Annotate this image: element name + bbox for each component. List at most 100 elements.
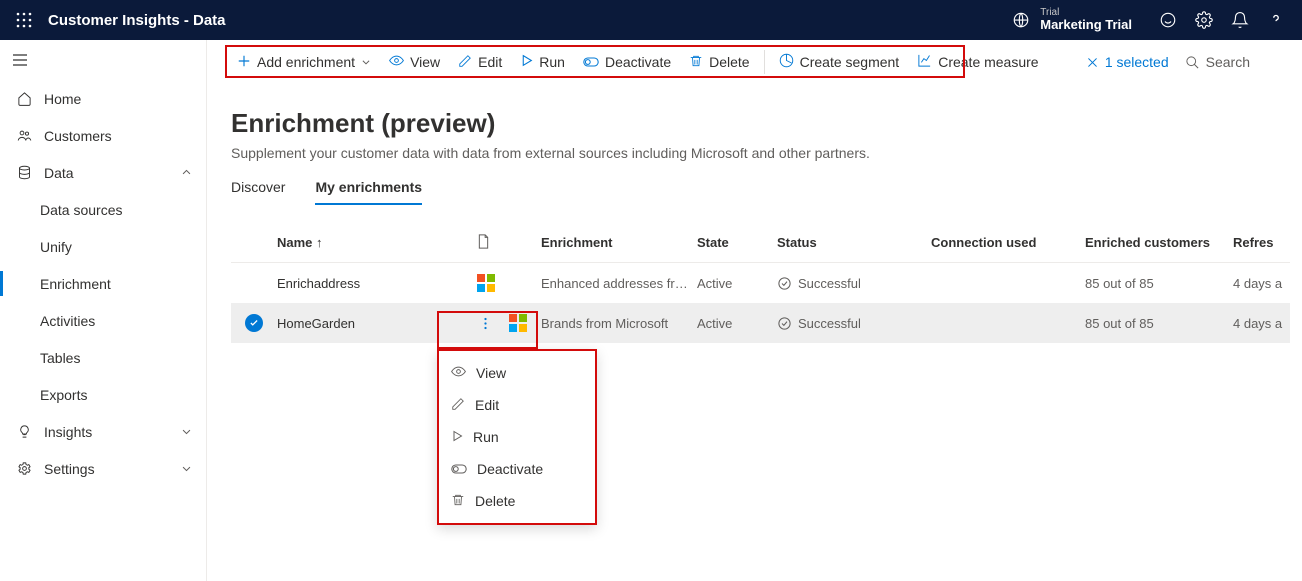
cmd-label: Edit [478, 54, 502, 70]
sidebar-item-data[interactable]: Data [0, 154, 206, 191]
row-name: Enrichaddress [277, 276, 477, 291]
chevron-down-icon [181, 461, 192, 477]
chevron-up-icon [181, 165, 192, 181]
cmd-label: Run [539, 54, 565, 70]
sidebar: Home Customers Data Data sources Unify E… [0, 40, 207, 581]
row-checkbox[interactable] [245, 314, 263, 332]
hamburger-icon[interactable] [0, 40, 206, 80]
search-box[interactable]: Search [1185, 54, 1290, 70]
tabs: Discover My enrichments [231, 179, 1290, 205]
search-label: Search [1206, 54, 1250, 70]
cmd-label: View [410, 54, 440, 70]
context-deactivate[interactable]: Deactivate [439, 453, 595, 485]
sidebar-item-home[interactable]: Home [0, 80, 206, 117]
customers-icon [16, 128, 32, 143]
toggle-icon [583, 54, 599, 70]
tab-my-enrichments[interactable]: My enrichments [315, 179, 422, 205]
sidebar-item-exports[interactable]: Exports [0, 376, 206, 413]
cmd-label: Deactivate [605, 54, 671, 70]
sidebar-item-settings[interactable]: Settings [0, 450, 206, 487]
microsoft-logo-icon [509, 314, 527, 332]
sidebar-item-enrichment[interactable]: Enrichment [0, 265, 206, 302]
help-icon[interactable] [1258, 0, 1294, 40]
row-more-icon[interactable] [477, 315, 493, 331]
main-content: Add enrichment View Edit Run Deactivate [207, 40, 1302, 581]
create-measure-button[interactable]: Create measure [909, 46, 1046, 78]
run-button[interactable]: Run [512, 46, 573, 78]
plus-icon [237, 54, 251, 71]
data-icon [16, 165, 32, 180]
context-label: Run [473, 429, 499, 445]
enrichment-table: Name ↑ Enrichment State Status Connectio… [231, 223, 1290, 343]
feedback-icon[interactable] [1150, 0, 1186, 40]
edit-button[interactable]: Edit [450, 46, 510, 78]
sidebar-item-label: Exports [40, 387, 87, 403]
view-button[interactable]: View [381, 46, 448, 78]
environment-picker[interactable]: Trial Marketing Trial [1012, 7, 1132, 32]
create-segment-button[interactable]: Create segment [771, 46, 908, 78]
eye-icon [389, 53, 404, 71]
sidebar-item-label: Settings [44, 461, 95, 477]
toggle-icon [451, 461, 467, 477]
col-name[interactable]: Name ↑ [277, 235, 477, 250]
context-run[interactable]: Run [439, 421, 595, 453]
pencil-icon [451, 397, 465, 414]
sidebar-item-activities[interactable]: Activities [0, 302, 206, 339]
sidebar-item-data-sources[interactable]: Data sources [0, 191, 206, 228]
notifications-icon[interactable] [1222, 0, 1258, 40]
microsoft-logo-icon [477, 274, 495, 292]
provider-logo [477, 274, 541, 292]
tab-discover[interactable]: Discover [231, 179, 285, 205]
cmd-label: Create measure [938, 54, 1038, 70]
context-menu: View Edit Run Deactivate Delete [437, 349, 597, 525]
col-connection[interactable]: Connection used [931, 235, 1085, 250]
sidebar-item-customers[interactable]: Customers [0, 117, 206, 154]
sidebar-item-insights[interactable]: Insights [0, 413, 206, 450]
sidebar-item-label: Data sources [40, 202, 122, 218]
row-enrichment: Brands from Microsoft [541, 316, 697, 331]
col-provider-icon [477, 234, 541, 252]
cmd-label: Add enrichment [257, 54, 355, 70]
app-launcher-icon[interactable] [8, 4, 40, 36]
col-status[interactable]: Status [777, 235, 931, 250]
table-row[interactable]: Enrichaddress Enhanced addresses from Mi… [231, 263, 1290, 303]
col-enriched[interactable]: Enriched customers [1085, 235, 1233, 250]
row-enriched: 85 out of 85 [1085, 276, 1233, 291]
context-view[interactable]: View [439, 357, 595, 389]
deactivate-button[interactable]: Deactivate [575, 46, 679, 78]
row-state: Active [697, 316, 777, 331]
play-icon [520, 54, 533, 70]
cmd-label: Delete [709, 54, 749, 70]
delete-button[interactable]: Delete [681, 46, 757, 78]
col-refreshed[interactable]: Refres [1233, 235, 1301, 250]
gear-icon [16, 461, 32, 476]
page-body: Enrichment (preview) Supplement your cus… [207, 84, 1302, 343]
context-delete[interactable]: Delete [439, 485, 595, 517]
col-state[interactable]: State [697, 235, 777, 250]
pencil-icon [458, 54, 472, 71]
sidebar-item-label: Enrichment [40, 276, 111, 292]
success-icon [777, 316, 792, 331]
trash-icon [451, 493, 465, 510]
row-state: Active [697, 276, 777, 291]
table-row[interactable]: HomeGarden Brands from Microsoft Active … [231, 303, 1290, 343]
page-subtitle: Supplement your customer data with data … [231, 145, 1290, 161]
selection-count[interactable]: 1 selected [1086, 54, 1169, 70]
selected-count-label: 1 selected [1105, 54, 1169, 70]
context-label: View [476, 365, 506, 381]
row-enrichment: Enhanced addresses from Mic [541, 276, 697, 291]
settings-icon[interactable] [1186, 0, 1222, 40]
top-bar: Customer Insights - Data Trial Marketing… [0, 0, 1302, 40]
chart-icon [917, 53, 932, 71]
context-label: Delete [475, 493, 515, 509]
segment-icon [779, 53, 794, 71]
context-edit[interactable]: Edit [439, 389, 595, 421]
add-enrichment-button[interactable]: Add enrichment [229, 46, 379, 78]
play-icon [451, 429, 463, 445]
sidebar-item-unify[interactable]: Unify [0, 228, 206, 265]
cmd-label: Create segment [800, 54, 900, 70]
col-enrichment[interactable]: Enrichment [541, 235, 697, 250]
sidebar-item-tables[interactable]: Tables [0, 339, 206, 376]
sidebar-item-label: Data [44, 165, 74, 181]
table-header-row: Name ↑ Enrichment State Status Connectio… [231, 223, 1290, 263]
